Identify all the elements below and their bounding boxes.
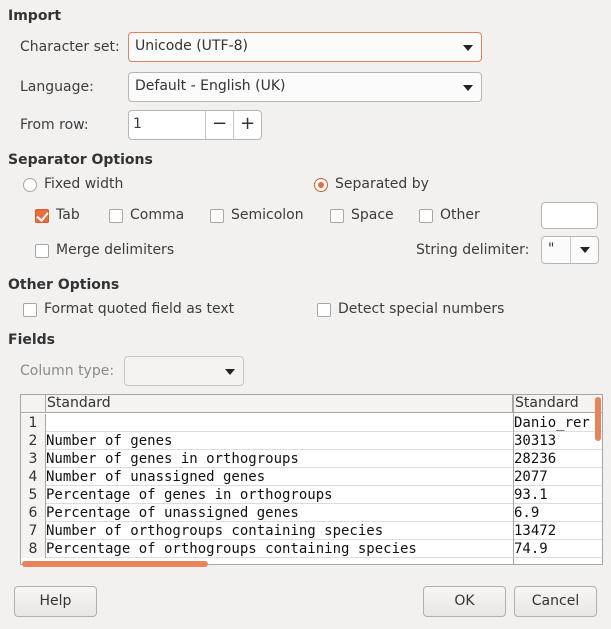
- row-number[interactable]: 1: [21, 414, 46, 432]
- column-type-label: Column type:: [20, 363, 115, 379]
- row-number[interactable]: 8: [21, 540, 46, 558]
- table-cell[interactable]: Percentage of genes in orthogroups: [46, 486, 333, 504]
- table-cell[interactable]: 30313: [514, 432, 556, 450]
- row-divider: [46, 557, 602, 558]
- string-delimiter-label: String delimiter:: [416, 242, 530, 258]
- separated-by-radio[interactable]: [314, 178, 328, 192]
- string-delimiter-value: ": [548, 241, 555, 257]
- separated-by-label[interactable]: Separated by: [335, 176, 429, 192]
- fixed-width-label[interactable]: Fixed width: [44, 176, 123, 192]
- from-row-stepper[interactable]: 1 − +: [128, 110, 262, 140]
- table-cell[interactable]: 28236: [514, 450, 556, 468]
- table-cell[interactable]: Danio_rer: [514, 414, 590, 432]
- detect-special-checkbox[interactable]: [317, 303, 331, 317]
- tab-checkbox[interactable]: [35, 209, 49, 223]
- table-cell[interactable]: 93.1: [514, 486, 548, 504]
- charset-label: Character set:: [20, 39, 120, 55]
- decrement-button[interactable]: −: [205, 111, 233, 139]
- charset-combo[interactable]: Unicode (UTF-8): [128, 32, 482, 62]
- table-cell[interactable]: Number of genes: [46, 432, 172, 450]
- import-section-title: Import: [8, 8, 62, 24]
- chevron-down-icon: [580, 247, 590, 253]
- comma-label[interactable]: Comma: [130, 207, 184, 223]
- combo-divider: [570, 237, 571, 263]
- space-label[interactable]: Space: [351, 207, 394, 223]
- increment-button[interactable]: +: [233, 111, 261, 139]
- language-label: Language:: [20, 79, 94, 95]
- cancel-button[interactable]: Cancel: [514, 586, 597, 617]
- table-cell[interactable]: Number of orthogroups containing species: [46, 522, 383, 540]
- other-checkbox[interactable]: [419, 209, 433, 223]
- chevron-down-icon: [225, 369, 235, 375]
- column-divider: [513, 395, 514, 564]
- preview-grid[interactable]: Standard Standard 1 Danio_rer 2 Number of g…: [20, 394, 603, 565]
- charset-value: Unicode (UTF-8): [135, 38, 248, 54]
- table-cell[interactable]: Number of unassigned genes: [46, 468, 265, 486]
- table-cell[interactable]: Percentage of unassigned genes: [46, 504, 299, 522]
- row-number[interactable]: 2: [21, 432, 46, 450]
- semicolon-checkbox[interactable]: [210, 209, 224, 223]
- table-cell[interactable]: 6.9: [514, 504, 539, 522]
- horizontal-scrollbar[interactable]: [22, 561, 208, 567]
- row-number[interactable]: 7: [21, 522, 46, 540]
- chevron-down-icon: [463, 45, 473, 51]
- column-header-2[interactable]: Standard: [513, 395, 602, 413]
- space-checkbox[interactable]: [330, 209, 344, 223]
- help-button[interactable]: Help: [14, 586, 97, 617]
- table-cell[interactable]: 74.9: [514, 540, 548, 558]
- tab-label[interactable]: Tab: [56, 207, 80, 223]
- table-cell[interactable]: 13472: [514, 522, 556, 540]
- language-combo[interactable]: Default - English (UK): [128, 72, 482, 102]
- separator-section-title: Separator Options: [8, 152, 153, 168]
- fields-section-title: Fields: [8, 332, 56, 348]
- row-number[interactable]: 5: [21, 486, 46, 504]
- column-header-1[interactable]: Standard: [46, 395, 513, 413]
- corner-header: [21, 395, 46, 413]
- fixed-width-radio[interactable]: [23, 178, 37, 192]
- vertical-scrollbar[interactable]: [595, 397, 601, 441]
- comma-checkbox[interactable]: [109, 209, 123, 223]
- row-number[interactable]: 4: [21, 468, 46, 486]
- other-options-section-title: Other Options: [8, 277, 120, 293]
- row-number[interactable]: 6: [21, 504, 46, 522]
- table-cell[interactable]: Number of genes in orthogroups: [46, 450, 299, 468]
- from-row-value[interactable]: 1: [133, 116, 142, 132]
- column-type-combo[interactable]: [124, 356, 244, 386]
- table-cell[interactable]: 2077: [514, 468, 548, 486]
- merge-delimiters-label[interactable]: Merge delimiters: [56, 242, 174, 258]
- string-delimiter-combo[interactable]: ": [541, 236, 599, 264]
- table-cell[interactable]: Percentage of orthogroups containing spe…: [46, 540, 417, 558]
- chevron-down-icon: [463, 85, 473, 91]
- detect-special-label[interactable]: Detect special numbers: [338, 301, 504, 317]
- ok-button[interactable]: OK: [423, 586, 506, 617]
- format-quoted-checkbox[interactable]: [23, 303, 37, 317]
- other-separator-input[interactable]: [541, 202, 598, 229]
- semicolon-label[interactable]: Semicolon: [231, 207, 304, 223]
- from-row-label: From row:: [20, 117, 89, 133]
- format-quoted-label[interactable]: Format quoted field as text: [44, 301, 234, 317]
- other-label[interactable]: Other: [440, 207, 480, 223]
- merge-delimiters-checkbox[interactable]: [35, 244, 49, 258]
- language-value: Default - English (UK): [135, 78, 286, 94]
- row-number[interactable]: 3: [21, 450, 46, 468]
